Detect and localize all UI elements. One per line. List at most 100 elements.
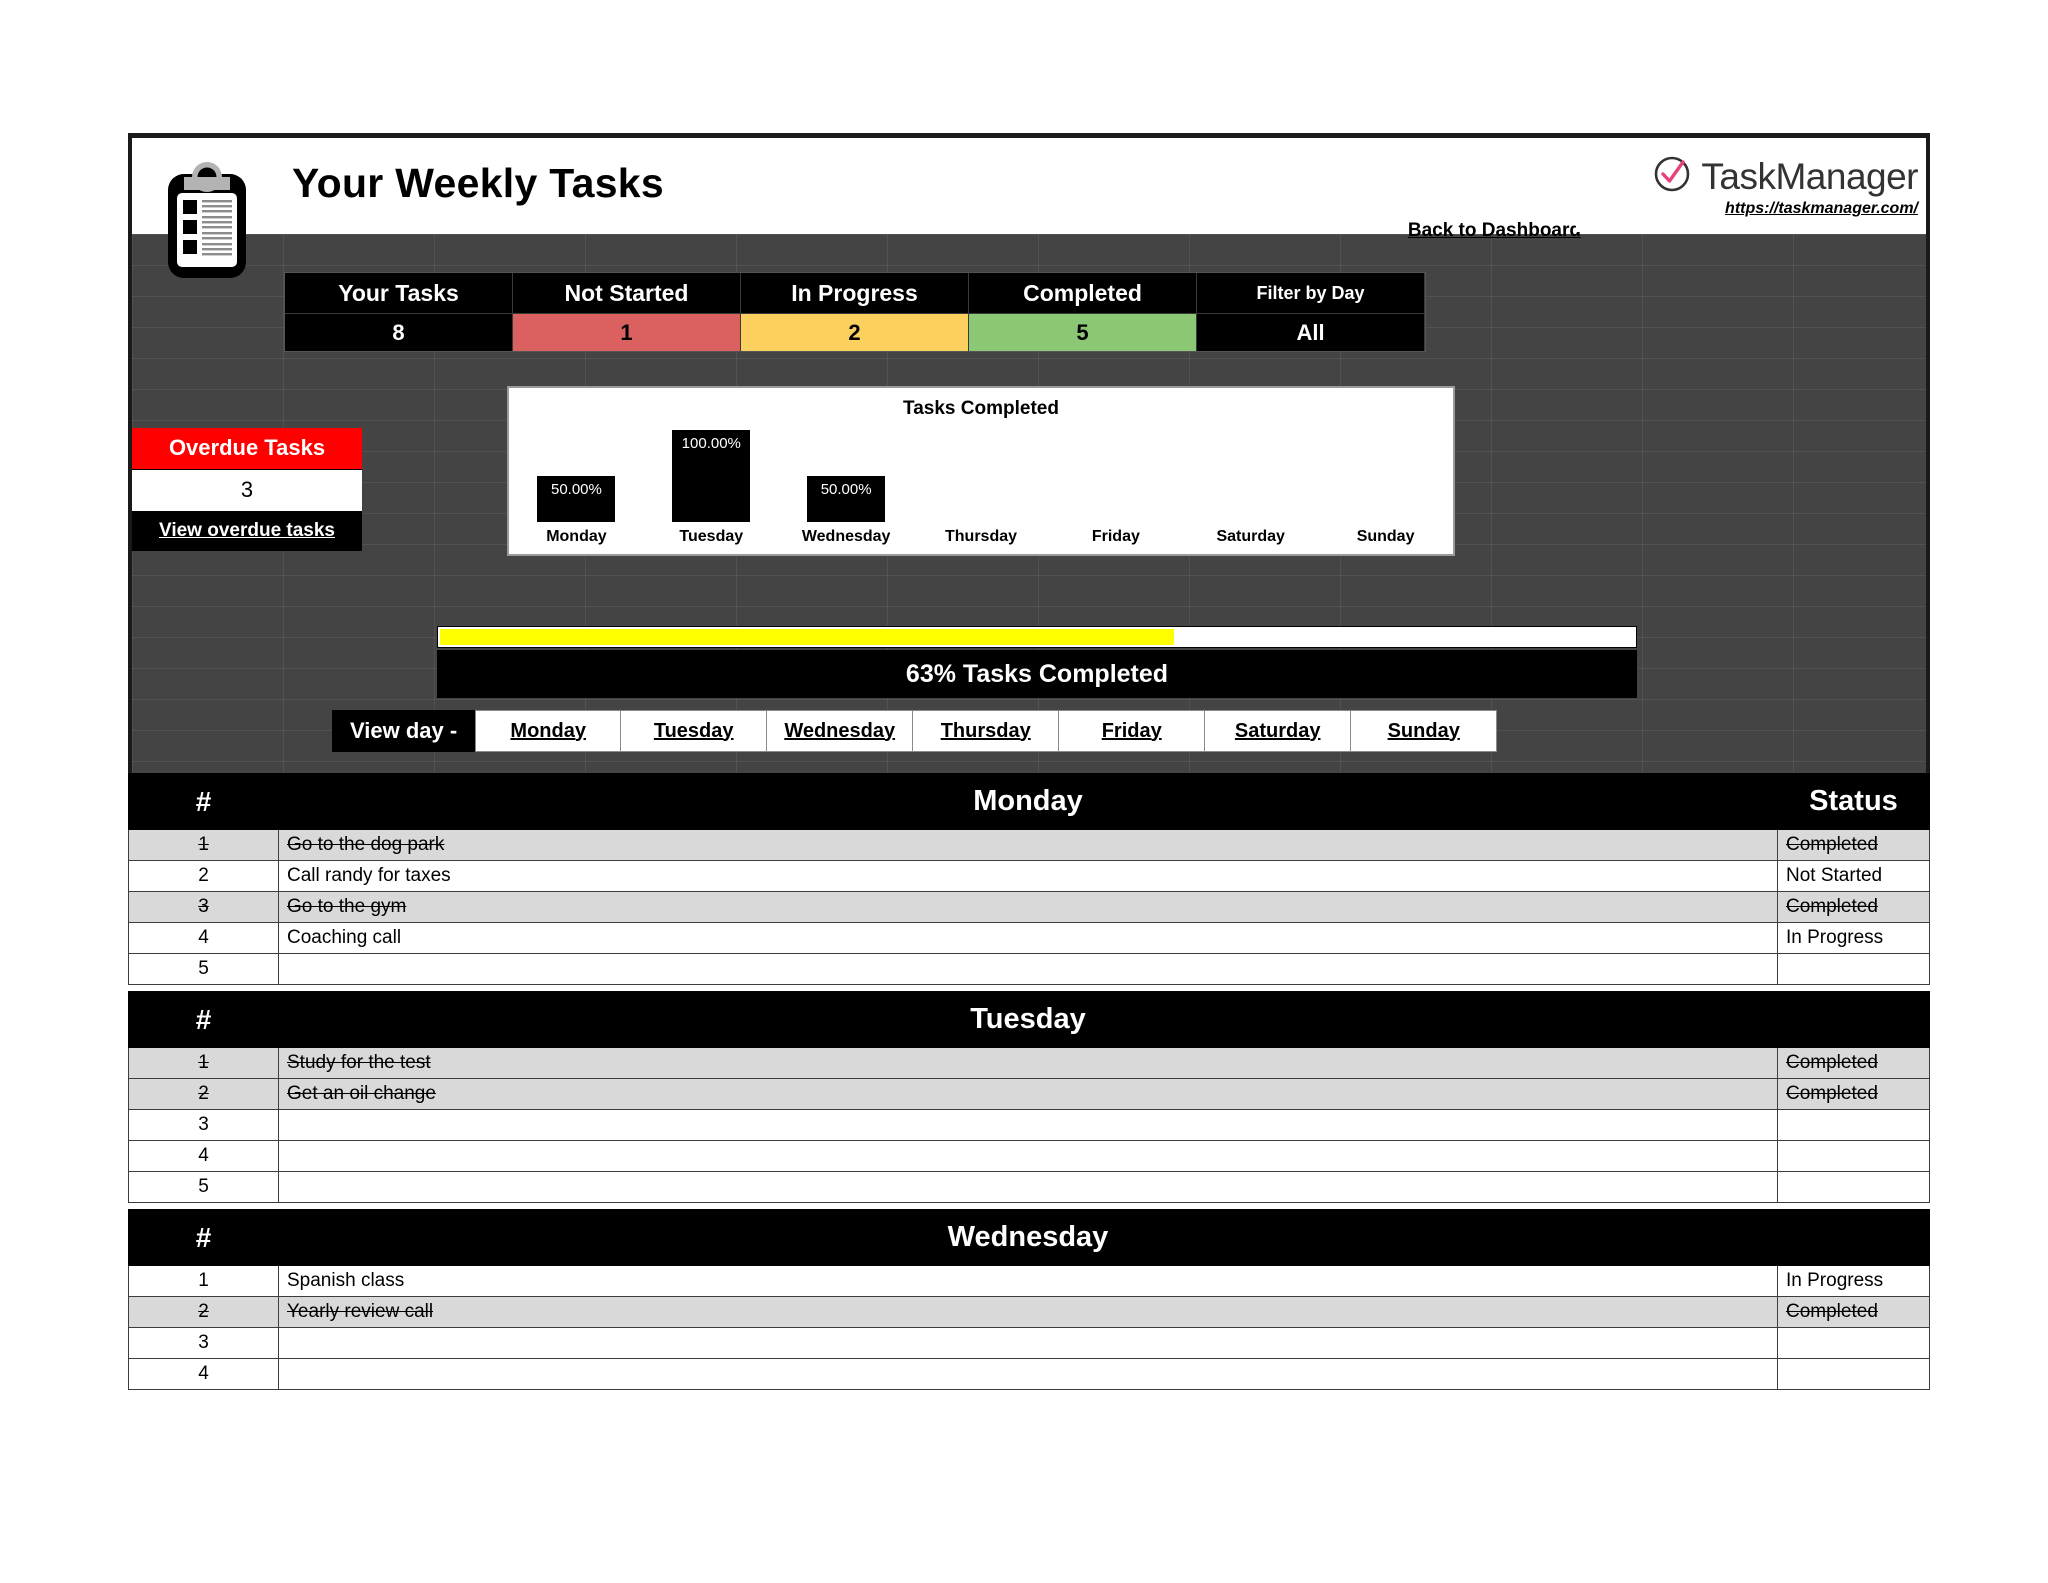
tasks-completed-chart: Tasks Completed 50.00% 100.00% 50.00% Mond… [507, 386, 1455, 556]
task-status-cell[interactable] [1777, 1109, 1930, 1141]
header-band: Your Weekly Tasks Back to Dashboard Task… [132, 138, 1926, 241]
kpi-label: Not Started [513, 273, 741, 313]
task-name-cell[interactable]: Yearly review call [278, 1296, 1778, 1328]
day-selector-label: View day - [332, 710, 476, 752]
chart-x-tick-label: Sunday [1356, 528, 1415, 545]
day-selector-items: Monday Tuesday Wednesday Thursday Friday Satu… [475, 710, 1498, 752]
brand-url-link[interactable]: https://taskmanager.com/ [1725, 200, 1918, 218]
table-row[interactable]: 3 Go to the gym Completed [128, 891, 1930, 923]
day-selector-item-wednesday[interactable]: Wednesday [767, 710, 914, 752]
kpi-cell-not-started[interactable]: Not Started 1 [513, 273, 741, 351]
dashboard-panel: Your Weekly Tasks Back to Dashboard Task… [128, 133, 1930, 773]
chart-bar-slot: 50.00% [509, 424, 644, 522]
day-selector-item-sunday[interactable]: Sunday [1351, 710, 1498, 752]
kpi-summary-row: Your Tasks 8 Not Started 1 In Progress 2 Compl… [284, 272, 1426, 352]
row-number: 5 [128, 953, 279, 985]
kpi-label: In Progress [741, 273, 969, 313]
task-status-cell[interactable] [1777, 1358, 1930, 1390]
task-status-cell[interactable]: Completed [1777, 1078, 1930, 1110]
kpi-cell-in-progress[interactable]: In Progress 2 [741, 273, 969, 351]
view-overdue-tasks-link[interactable]: View overdue tasks [132, 512, 362, 551]
task-name-cell[interactable]: Go to the gym [278, 891, 1778, 923]
task-name-cell[interactable]: Go to the dog park [278, 829, 1778, 861]
day-selector-item-saturday[interactable]: Saturday [1205, 710, 1352, 752]
task-status-cell[interactable]: In Progress [1777, 1265, 1930, 1297]
table-row[interactable]: 4 [128, 1358, 1930, 1390]
task-name-cell[interactable] [278, 1327, 1778, 1359]
chart-bar-slot: 100.00% [644, 424, 779, 522]
task-name-cell[interactable]: Call randy for taxes [278, 860, 1778, 892]
kpi-label: Completed [969, 273, 1197, 313]
progress-bar-fill [440, 629, 1175, 645]
chart-bar-slot [1048, 424, 1183, 522]
row-number: 2 [128, 1296, 279, 1328]
task-name-cell[interactable]: Study for the test [278, 1047, 1778, 1079]
task-status-cell[interactable]: Completed [1777, 829, 1930, 861]
chart-x-tick-label: Thursday [945, 528, 1018, 545]
day-selector-item-monday[interactable]: Monday [475, 710, 622, 752]
chart-title: Tasks Completed [903, 398, 1059, 419]
page-title: Your Weekly Tasks [292, 160, 664, 206]
table-row[interactable]: 4 Coaching call In Progress [128, 922, 1930, 954]
day-selector-item-thursday[interactable]: Thursday [913, 710, 1060, 752]
column-header-day: Tuesday [278, 991, 1778, 1048]
day-selector-item-label: Saturday [1234, 719, 1321, 742]
task-status-cell[interactable] [1777, 1171, 1930, 1203]
overdue-count: 3 [132, 469, 362, 512]
chart-bar: 100.00% [672, 430, 751, 522]
task-name-cell[interactable]: Coaching call [278, 922, 1778, 954]
day-selector-item-label: Tuesday [653, 719, 734, 742]
row-number: 4 [128, 1140, 279, 1172]
day-selector-item-friday[interactable]: Friday [1059, 710, 1206, 752]
row-number: 1 [128, 1265, 279, 1297]
chart-x-tick-label: Friday [1091, 528, 1140, 545]
kpi-cell-completed[interactable]: Completed 5 [969, 273, 1197, 351]
table-row[interactable]: 1 Study for the test Completed [128, 1047, 1930, 1079]
task-name-cell[interactable] [278, 1358, 1778, 1390]
column-header-number: # [128, 773, 279, 830]
kpi-cell-your-tasks[interactable]: Your Tasks 8 [285, 273, 513, 351]
chart-x-axis: Monday Tuesday Wednesday Thursday Friday Satu… [509, 528, 1453, 546]
table-row[interactable]: 1 Go to the dog park Completed [128, 829, 1930, 861]
task-status-cell[interactable]: Completed [1777, 1296, 1930, 1328]
table-row[interactable]: 1 Spanish class In Progress [128, 1265, 1930, 1297]
overdue-tasks-panel: Overdue Tasks 3 View overdue tasks [132, 428, 362, 551]
kpi-cell-filter-by-day[interactable]: Filter by Day All [1197, 273, 1425, 351]
column-header-day: Wednesday [278, 1209, 1778, 1266]
chart-bar-slot: 50.00% [779, 424, 914, 522]
task-name-cell[interactable] [278, 1171, 1778, 1203]
table-row[interactable]: 5 [128, 1171, 1930, 1203]
task-status-cell[interactable]: Not Started [1777, 860, 1930, 892]
column-header-day: Monday [278, 773, 1778, 830]
table-row[interactable]: 4 [128, 1140, 1930, 1172]
task-name-cell[interactable]: Spanish class [278, 1265, 1778, 1297]
task-tables: # Monday Status 1 Go to the dog park Complete… [128, 773, 1930, 1390]
row-number: 2 [128, 1078, 279, 1110]
task-status-cell[interactable] [1777, 1140, 1930, 1172]
task-name-cell[interactable] [278, 1109, 1778, 1141]
task-status-cell[interactable]: In Progress [1777, 922, 1930, 954]
kpi-label: Filter by Day [1197, 273, 1425, 313]
table-row[interactable]: 3 [128, 1327, 1930, 1359]
progress-label: 63% Tasks Completed [437, 650, 1637, 698]
task-name-cell[interactable]: Get an oil change [278, 1078, 1778, 1110]
table-row[interactable]: 2 Get an oil change Completed [128, 1078, 1930, 1110]
task-status-cell[interactable] [1777, 953, 1930, 985]
task-status-cell[interactable]: Completed [1777, 1047, 1930, 1079]
back-to-dashboard-link[interactable]: Back to Dashboard [1408, 220, 1581, 242]
table-row[interactable]: 2 Yearly review call Completed [128, 1296, 1930, 1328]
task-name-cell[interactable] [278, 1140, 1778, 1172]
weekly-tasks-dashboard: Your Weekly Tasks Back to Dashboard Task… [0, 0, 2048, 1583]
task-status-cell[interactable]: Completed [1777, 891, 1930, 923]
row-number: 3 [128, 1327, 279, 1359]
table-row[interactable]: 3 [128, 1109, 1930, 1141]
table-row[interactable]: 2 Call randy for taxes Not Started [128, 860, 1930, 892]
table-row[interactable]: 5 [128, 953, 1930, 985]
task-table-tuesday: # Tuesday 1 Study for the test Completed 2 Get… [128, 991, 1930, 1203]
column-header-status [1777, 991, 1930, 1048]
task-status-cell[interactable] [1777, 1327, 1930, 1359]
row-number: 4 [128, 1358, 279, 1390]
day-selector-item-tuesday[interactable]: Tuesday [621, 710, 768, 752]
task-name-cell[interactable] [278, 953, 1778, 985]
day-selector-item-label: Friday [1101, 719, 1162, 742]
